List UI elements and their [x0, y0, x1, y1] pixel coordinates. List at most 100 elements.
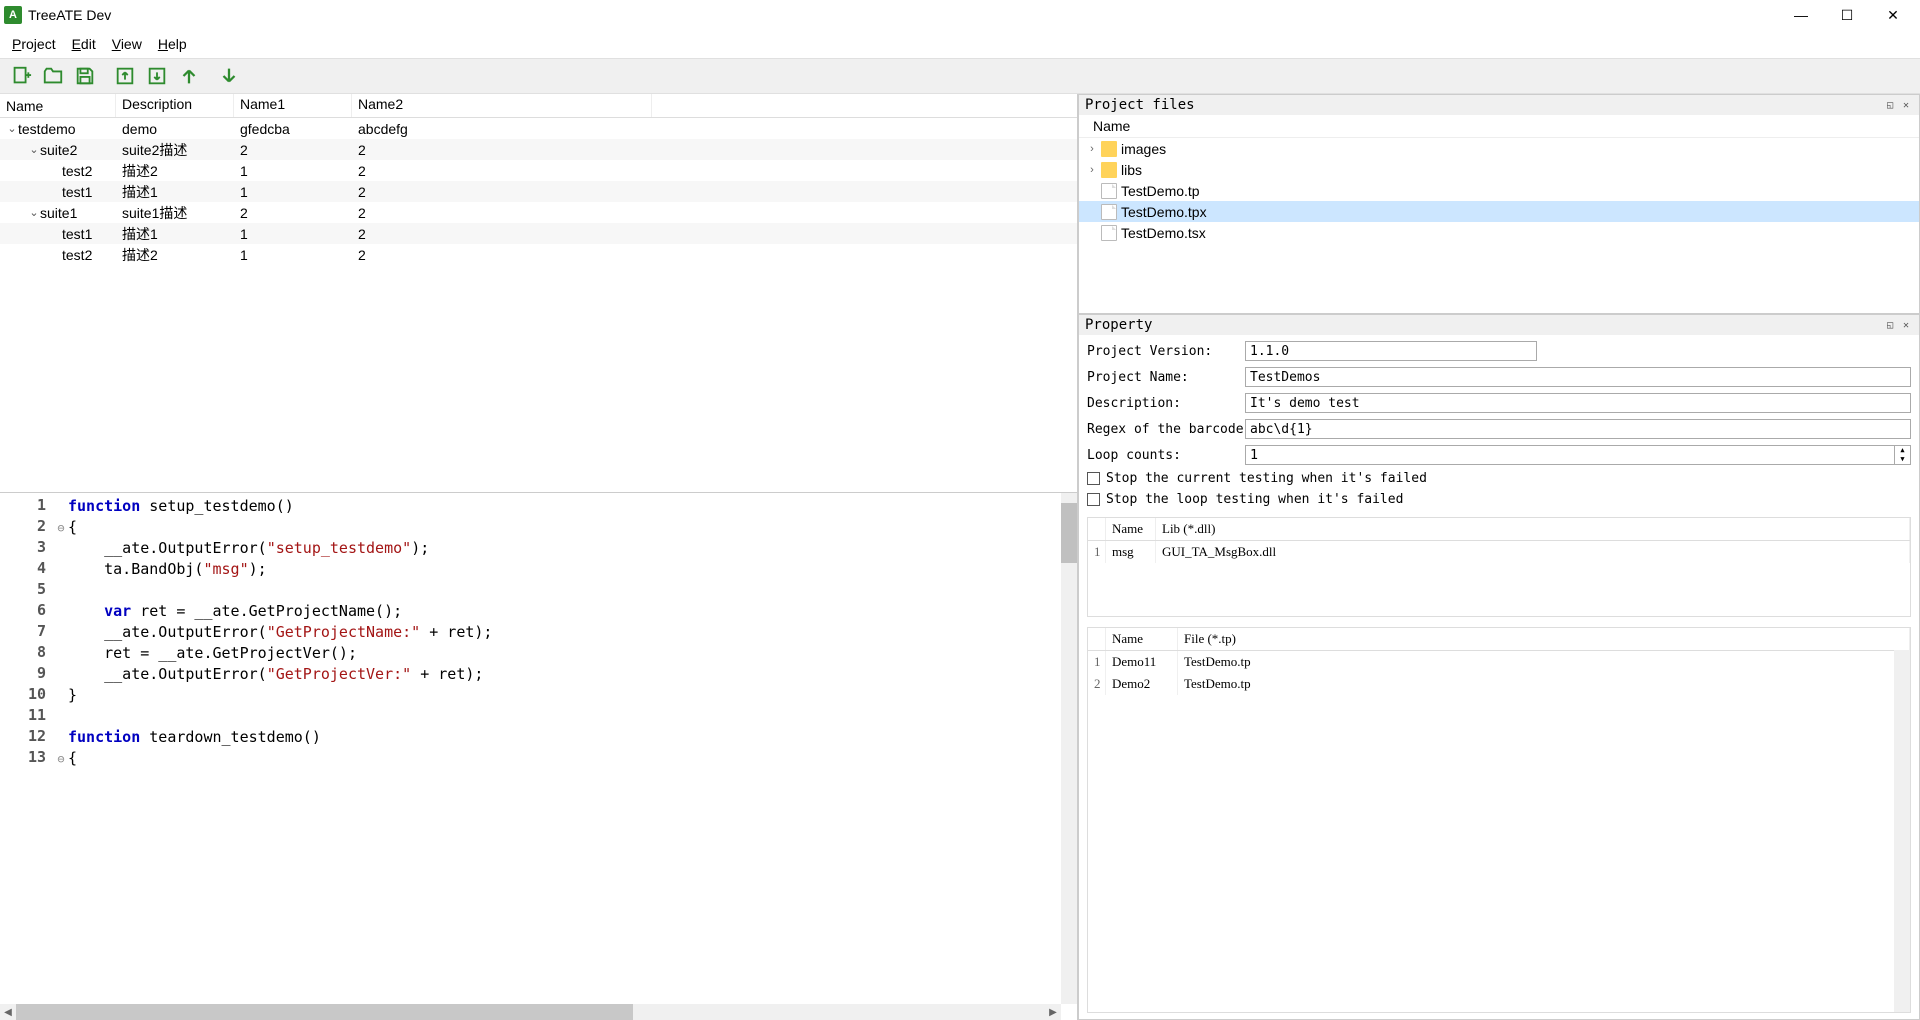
regex-input[interactable]	[1245, 419, 1911, 439]
fold-marker[interactable]: ⊖	[54, 748, 68, 769]
models-vscroll[interactable]	[1894, 650, 1910, 1012]
tree-desc: demo	[116, 121, 234, 137]
panel-close-icon[interactable]: ✕	[1899, 318, 1913, 332]
fold-marker[interactable]: ⊖	[54, 517, 68, 538]
tree-n1: gfedcba	[234, 121, 352, 137]
file-name: TestDemo.tp	[1121, 183, 1200, 199]
file-row[interactable]: ›libs	[1079, 159, 1919, 180]
models-table[interactable]: Name File (*.tp) 1Demo11TestDemo.tp2Demo…	[1087, 627, 1911, 1013]
fold-marker[interactable]	[54, 559, 68, 580]
tree-n1: 2	[234, 142, 352, 158]
tree-row[interactable]: ⌄suite1suite1描述22	[0, 202, 1077, 223]
minimize-button[interactable]: —	[1778, 0, 1824, 30]
menu-edit[interactable]: Edit	[64, 34, 104, 54]
spin-down-icon[interactable]: ▼	[1895, 455, 1910, 464]
test-tree-table[interactable]: Name Description Name1 Name2 ⌄testdemode…	[0, 94, 1077, 492]
expand-icon[interactable]: ›	[1083, 143, 1101, 155]
import-button[interactable]	[110, 61, 140, 91]
file-row[interactable]: TestDemo.tp	[1079, 180, 1919, 201]
fold-marker[interactable]	[54, 643, 68, 664]
menu-help[interactable]: Help	[150, 34, 195, 54]
panel-close-icon[interactable]: ✕	[1899, 98, 1913, 112]
tree-col-name2[interactable]: Name2	[352, 94, 652, 117]
fold-marker[interactable]	[54, 601, 68, 622]
line-number: 1	[0, 496, 54, 517]
tree-desc: suite1描述	[116, 203, 234, 223]
open-folder-button[interactable]	[38, 61, 68, 91]
chevron-down-icon[interactable]: ⌄	[28, 143, 40, 156]
fold-column[interactable]: ⊖⊖	[54, 493, 68, 1020]
stop-loop-checkbox[interactable]	[1087, 493, 1100, 506]
fold-marker[interactable]	[54, 727, 68, 748]
tree-name: test2	[62, 247, 92, 263]
tree-col-name1[interactable]: Name1	[234, 94, 352, 117]
stop-current-checkbox[interactable]	[1087, 472, 1100, 485]
fold-marker[interactable]	[54, 706, 68, 727]
close-button[interactable]: ✕	[1870, 0, 1916, 30]
file-row[interactable]: ›images	[1079, 138, 1919, 159]
line-number: 5	[0, 580, 54, 601]
loop-input[interactable]	[1246, 446, 1894, 464]
row-index: 1	[1088, 541, 1106, 563]
expand-icon[interactable]: ›	[1083, 164, 1101, 176]
loop-spinner[interactable]: ▲▼	[1245, 445, 1911, 465]
code-editor[interactable]: 12345678910111213 ⊖⊖ function setup_test…	[0, 492, 1077, 1020]
model-row[interactable]: 1Demo11TestDemo.tp	[1088, 651, 1910, 673]
panel-float-icon[interactable]: ◱	[1883, 98, 1897, 112]
tree-row[interactable]: test1描述112	[0, 181, 1077, 202]
tree-row[interactable]: test1描述112	[0, 223, 1077, 244]
move-up-button[interactable]	[174, 61, 204, 91]
file-icon	[1101, 204, 1117, 220]
export-button[interactable]	[142, 61, 172, 91]
spin-up-icon[interactable]: ▲	[1895, 446, 1910, 455]
fold-marker[interactable]	[54, 496, 68, 517]
model-row[interactable]: 2Demo2TestDemo.tp	[1088, 673, 1910, 695]
libs-table[interactable]: Name Lib (*.dll) 1msgGUI_TA_MsgBox.dll	[1087, 517, 1911, 617]
menu-view[interactable]: View	[104, 34, 150, 54]
tree-col-desc[interactable]: Description	[116, 94, 234, 117]
fold-marker[interactable]	[54, 685, 68, 706]
tree-row[interactable]: ⌄suite2suite2描述22	[0, 139, 1077, 160]
code-vscroll[interactable]	[1061, 493, 1077, 1004]
model-name: Demo2	[1106, 673, 1178, 695]
tree-row[interactable]: test2描述212	[0, 160, 1077, 181]
tree-col-name[interactable]: Name	[0, 94, 116, 117]
fold-marker[interactable]	[54, 538, 68, 559]
row-index: 1	[1088, 651, 1106, 673]
model-file: TestDemo.tp	[1178, 651, 1910, 673]
code-hscroll[interactable]: ◀▶	[0, 1004, 1061, 1020]
chevron-down-icon[interactable]: ⌄	[6, 122, 18, 135]
files-header-name[interactable]: Name	[1079, 115, 1919, 138]
description-input[interactable]	[1245, 393, 1911, 413]
new-file-button[interactable]	[6, 61, 36, 91]
tree-row[interactable]: test2描述212	[0, 244, 1077, 265]
tree-row[interactable]: ⌄testdemodemogfedcbaabcdefg	[0, 118, 1077, 139]
libs-col-lib[interactable]: Lib (*.dll)	[1156, 518, 1910, 540]
move-down-button[interactable]	[214, 61, 244, 91]
libs-col-name[interactable]: Name	[1106, 518, 1156, 540]
file-row[interactable]: TestDemo.tsx	[1079, 222, 1919, 243]
chevron-down-icon[interactable]: ⌄	[28, 206, 40, 219]
stop-loop-label: Stop the loop testing when it's failed	[1106, 492, 1403, 507]
file-row[interactable]: TestDemo.tpx	[1079, 201, 1919, 222]
models-col-name[interactable]: Name	[1106, 628, 1178, 650]
project-name-input[interactable]	[1245, 367, 1911, 387]
fold-marker[interactable]	[54, 580, 68, 601]
line-number: 9	[0, 664, 54, 685]
save-button[interactable]	[70, 61, 100, 91]
version-input[interactable]	[1245, 341, 1537, 361]
models-col-file[interactable]: File (*.tp)	[1178, 628, 1910, 650]
lib-row[interactable]: 1msgGUI_TA_MsgBox.dll	[1088, 541, 1910, 563]
line-number: 7	[0, 622, 54, 643]
line-number: 6	[0, 601, 54, 622]
menu-project[interactable]: Project	[4, 34, 64, 54]
regex-label: Regex of the barcode:	[1087, 422, 1237, 437]
tree-desc: 描述1	[116, 182, 234, 202]
panel-float-icon[interactable]: ◱	[1883, 318, 1897, 332]
line-number: 10	[0, 685, 54, 706]
code-text[interactable]: function setup_testdemo() { __ate.Output…	[68, 493, 1077, 1020]
app-title: TreeATE Dev	[28, 7, 1778, 23]
maximize-button[interactable]: ☐	[1824, 0, 1870, 30]
fold-marker[interactable]	[54, 622, 68, 643]
fold-marker[interactable]	[54, 664, 68, 685]
